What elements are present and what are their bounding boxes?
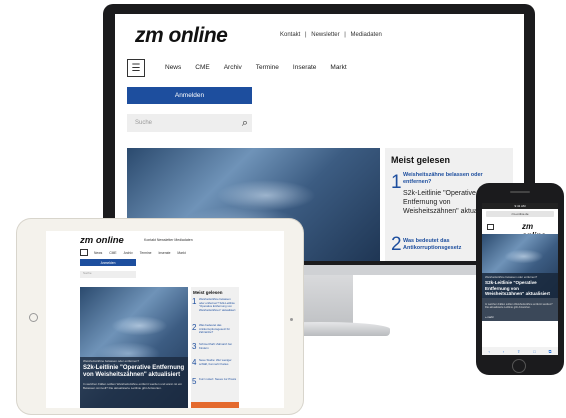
nav-item-archiv[interactable]: Archiv bbox=[224, 64, 242, 71]
link-mediadaten[interactable]: Mediadaten bbox=[351, 32, 382, 38]
phone-hamburger-button[interactable] bbox=[487, 224, 494, 230]
tablet-popular-item[interactable]: Kurz notiert: Neues zur Praxis bbox=[199, 377, 237, 382]
share-icon[interactable]: ⇪ bbox=[517, 349, 520, 354]
tabs-icon[interactable]: ⧉ bbox=[549, 349, 552, 354]
tablet-popular-item[interactable]: Weisheitszähne belassen oder entfernen? … bbox=[199, 297, 237, 312]
phone-home-button bbox=[512, 359, 526, 373]
tablet-ad-bar[interactable] bbox=[191, 402, 239, 408]
tablet-nav-item[interactable]: Termine bbox=[140, 251, 152, 255]
popular-heading: Meist gelesen bbox=[391, 155, 451, 165]
nav-item-cme[interactable]: CME bbox=[195, 64, 209, 71]
tablet-nav-item[interactable]: News bbox=[94, 251, 102, 255]
search-icon[interactable]: ⌕ bbox=[242, 117, 248, 130]
nav-item-inserate[interactable]: Inserate bbox=[293, 64, 317, 71]
phone-browser-toolbar: ‹ › ⇪ □ ⧉ bbox=[482, 347, 558, 355]
phone-hero-kicker: Weisheitszähne belassen oder entfernen? bbox=[485, 275, 538, 279]
phone-url-bar[interactable]: zm-online.de bbox=[486, 211, 554, 217]
tablet-login-button[interactable]: Anmelden bbox=[80, 259, 136, 266]
back-icon[interactable]: ‹ bbox=[488, 349, 489, 354]
tablet-popular-item[interactable]: Neue Studie: Wer weniger schläft, hat me… bbox=[199, 358, 237, 366]
tablet-hero-kicker: Weisheitszähne belassen oder entfernen? bbox=[83, 359, 139, 363]
phone-speaker bbox=[510, 191, 530, 193]
hamburger-icon: ☰ bbox=[131, 62, 141, 74]
nav-item-termine[interactable]: Termine bbox=[256, 64, 279, 71]
tablet-sensor bbox=[290, 318, 293, 321]
tablet-popular-rank: 5 bbox=[192, 377, 197, 386]
link-separator: | bbox=[344, 32, 346, 38]
phone-hero-headline[interactable]: S2k-Leitlinie "Operative Entfernung von … bbox=[485, 280, 555, 297]
tablet-popular-heading: Meist gelesen bbox=[193, 290, 223, 295]
search-input[interactable]: Suche ⌕ bbox=[127, 114, 252, 132]
site-logo[interactable]: zm online bbox=[135, 24, 228, 48]
tablet-hamburger-button[interactable] bbox=[80, 249, 88, 256]
tablet-nav-item[interactable]: Archiv bbox=[124, 251, 133, 255]
tablet-hero-teaser: In welchen Fällen sollten Weisheitszähne… bbox=[83, 382, 183, 390]
tablet-top-links[interactable]: Kontakt Newsletter Mediadaten bbox=[144, 238, 193, 242]
tablet-screen: zm online Kontakt Newsletter Mediadaten … bbox=[46, 231, 284, 408]
tablet-popular-rank: 1 bbox=[192, 297, 197, 306]
tablet-popular-rank: 3 bbox=[192, 342, 197, 351]
tablet-main-nav: News CME Archiv Termine Inserate Markt bbox=[94, 251, 186, 255]
phone-status-bar: 9:41 AM bbox=[482, 203, 558, 209]
tablet-nav-item[interactable]: CME bbox=[109, 251, 116, 255]
phone-more-link[interactable]: » mehr bbox=[485, 315, 494, 319]
tablet-search-input[interactable]: Suche bbox=[80, 271, 136, 278]
nav-item-markt[interactable]: Markt bbox=[330, 64, 346, 71]
tablet-popular-rank: 2 bbox=[192, 323, 197, 332]
main-nav: News CME Archiv Termine Inserate Markt bbox=[165, 64, 347, 71]
popular-rank-1: 1 bbox=[391, 172, 402, 193]
nav-item-news[interactable]: News bbox=[165, 64, 181, 71]
tablet-site-logo[interactable]: zm online bbox=[80, 235, 124, 246]
forward-icon[interactable]: › bbox=[503, 349, 504, 354]
tablet-camera bbox=[29, 313, 38, 322]
hamburger-menu-button[interactable]: ☰ bbox=[127, 59, 145, 77]
login-button[interactable]: Anmelden bbox=[127, 87, 252, 104]
tablet-popular-item[interactable]: Schmerzhaft: Zahnarzt bei Kindern bbox=[199, 342, 237, 350]
popular-rank-2: 2 bbox=[391, 234, 402, 255]
tablet-popular-item[interactable]: Was bedeutet das Antikorruptionsgesetz f… bbox=[199, 323, 237, 335]
phone-screen: 9:41 AM zm-online.de zm online Weisheits… bbox=[482, 203, 558, 355]
link-separator: | bbox=[305, 32, 307, 38]
phone-hero-teaser: In welchen Fällen sollten Weisheitszähne… bbox=[485, 303, 553, 310]
link-kontakt[interactable]: Kontakt bbox=[280, 32, 300, 38]
link-newsletter[interactable]: Newsletter bbox=[311, 32, 339, 38]
tablet-popular-rank: 4 bbox=[192, 358, 197, 367]
top-links: Kontakt | Newsletter | Mediadaten bbox=[280, 32, 385, 38]
tablet-nav-item[interactable]: Markt bbox=[177, 251, 185, 255]
tablet-hero-headline[interactable]: S2k-Leitlinie "Operative Entfernung von … bbox=[83, 365, 185, 379]
bookmarks-icon[interactable]: □ bbox=[533, 349, 535, 354]
tablet-nav-item[interactable]: Inserate bbox=[158, 251, 170, 255]
search-placeholder: Suche bbox=[135, 120, 153, 126]
